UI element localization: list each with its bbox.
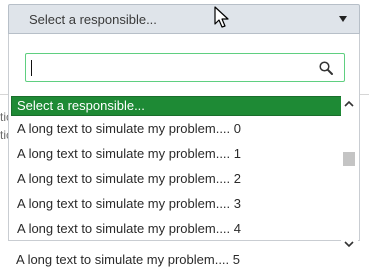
option-item[interactable]: A long text to simulate my problem.... 5 [8, 247, 348, 272]
dropdown-panel: Select a responsible... A long text to s… [8, 34, 360, 241]
option-item[interactable]: A long text to simulate my problem.... 1 [11, 141, 347, 166]
page: tio tic Select a responsible... Select a… [0, 0, 369, 277]
mouse-pointer-icon [214, 6, 229, 28]
option-item[interactable]: A long text to simulate my problem.... 2 [11, 166, 347, 191]
background-text-fragment: tio [0, 110, 8, 124]
option-item-selected[interactable]: Select a responsible... [11, 96, 347, 116]
option-item[interactable]: A long text to simulate my problem.... 3 [11, 191, 347, 216]
background-text-fragment: tic [0, 128, 8, 142]
select-placeholder: Select a responsible... [29, 12, 157, 27]
option-item[interactable]: A long text to simulate my problem.... 4 [11, 216, 347, 241]
background-divider [360, 94, 369, 95]
chevron-down-icon[interactable] [339, 16, 347, 22]
option-item[interactable]: A long text to simulate my problem.... 0 [11, 116, 347, 141]
chevron-down-icon[interactable] [343, 238, 355, 250]
search-field[interactable] [25, 53, 345, 82]
search-icon[interactable] [318, 60, 334, 76]
search-input[interactable] [26, 54, 316, 81]
text-caret [31, 60, 32, 76]
scrollbar-thumb[interactable] [343, 152, 355, 166]
scrollbar[interactable] [341, 96, 358, 256]
options-list: Select a responsible... A long text to s… [11, 96, 347, 241]
responsible-select[interactable]: Select a responsible... [8, 4, 360, 34]
chevron-up-icon[interactable] [343, 98, 355, 110]
